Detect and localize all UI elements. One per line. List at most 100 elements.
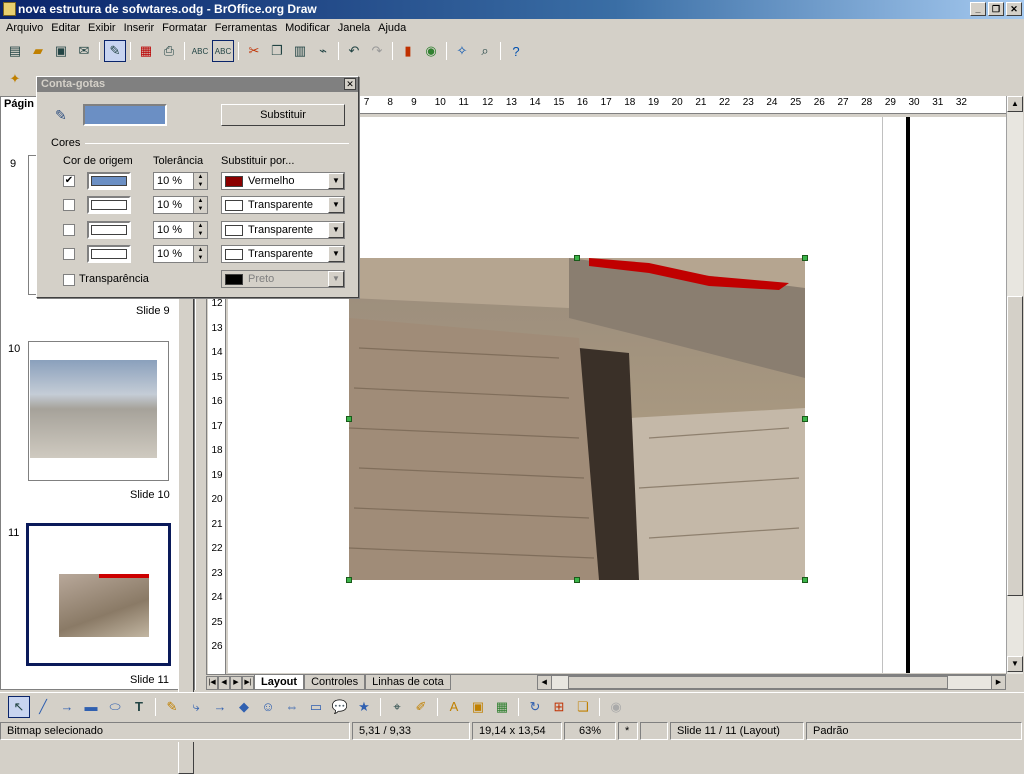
row-3-replace-select[interactable]: Transparente ▼ — [221, 221, 345, 239]
scroll-right-button[interactable]: ▶ — [991, 676, 1005, 689]
row-4-checkbox[interactable] — [63, 248, 75, 260]
menu-modificar[interactable]: Modificar — [281, 22, 334, 34]
cut-icon[interactable]: ✂ — [243, 40, 265, 62]
fontwork-icon[interactable]: ✦ — [4, 68, 26, 90]
menu-formatar[interactable]: Formatar — [158, 22, 211, 34]
resize-handle[interactable] — [802, 416, 808, 422]
undo-icon[interactable]: ↶ — [343, 40, 365, 62]
scroll-up-button[interactable]: ▲ — [1007, 96, 1023, 112]
resize-handle[interactable] — [802, 577, 808, 583]
connector-icon[interactable]: ⤷ — [185, 696, 207, 718]
paste-icon[interactable]: ▥ — [289, 40, 311, 62]
edit-file-icon[interactable]: ✎ — [104, 40, 126, 62]
h-scroll-thumb[interactable] — [567, 676, 948, 689]
row-2-replace-select[interactable]: Transparente ▼ — [221, 196, 345, 214]
row-4-source-swatch[interactable] — [87, 245, 131, 263]
gallery-draw-icon[interactable]: ▦ — [491, 696, 513, 718]
maximize-button[interactable]: ❐ — [988, 2, 1004, 16]
row-1-checkbox[interactable]: ✔ — [63, 175, 75, 187]
prev-tab-button[interactable]: ◀ — [218, 675, 230, 690]
scroll-thumb[interactable] — [1007, 296, 1023, 596]
clone-format-icon[interactable]: ⌁ — [312, 40, 334, 62]
chart-icon[interactable]: ▮ — [397, 40, 419, 62]
resize-handle[interactable] — [346, 416, 352, 422]
tab-layout[interactable]: Layout — [254, 675, 305, 690]
row-3-tolerance[interactable]: 10 % ▲ ▼ — [153, 221, 208, 239]
glue-points-icon[interactable]: ✐ — [410, 696, 432, 718]
copy-icon[interactable]: ❐ — [266, 40, 288, 62]
block-arrows-icon[interactable]: ⇔ — [281, 696, 303, 718]
alignment-icon[interactable]: ⊞ — [548, 696, 570, 718]
save-icon[interactable]: ▣ — [50, 40, 72, 62]
resize-handle[interactable] — [802, 255, 808, 261]
substituir-button[interactable]: Substituir — [221, 104, 345, 126]
from-file-icon[interactable]: ▣ — [467, 696, 489, 718]
gallery-icon[interactable]: ◉ — [420, 40, 442, 62]
points-icon[interactable]: ⌖ — [386, 696, 408, 718]
callouts-icon[interactable]: 💬 — [329, 696, 351, 718]
stars-icon[interactable]: ★ — [353, 696, 375, 718]
row-1-source-swatch[interactable] — [87, 172, 131, 190]
dialog-title[interactable]: Conta-gotas — [37, 77, 358, 92]
row-2-checkbox[interactable] — [63, 199, 75, 211]
tab-controles[interactable]: Controles — [304, 675, 366, 690]
transparency-checkbox[interactable] — [63, 274, 75, 286]
rectangle-icon[interactable]: ▬ — [80, 696, 102, 718]
rotate-icon[interactable]: ↻ — [524, 696, 546, 718]
scroll-left-button[interactable]: ◀ — [537, 676, 552, 689]
print-icon[interactable]: ⎙ — [158, 40, 180, 62]
row-2-source-swatch[interactable] — [87, 196, 131, 214]
resize-handle[interactable] — [574, 255, 580, 261]
resize-handle[interactable] — [346, 577, 352, 583]
first-tab-button[interactable]: |◀ — [206, 675, 218, 690]
row-4-replace-select[interactable]: Transparente ▼ — [221, 245, 345, 263]
selected-bitmap[interactable] — [349, 258, 805, 580]
scroll-down-button[interactable]: ▼ — [1007, 656, 1023, 672]
menu-editar[interactable]: Editar — [47, 22, 84, 34]
slide-thumbnail-11[interactable] — [26, 523, 171, 666]
row-1-replace-select[interactable]: Vermelho ▼ — [221, 172, 345, 190]
close-button[interactable]: ✕ — [1006, 2, 1022, 16]
row-3-checkbox[interactable] — [63, 224, 75, 236]
autospell-icon[interactable]: ABC — [212, 40, 234, 62]
select-icon[interactable]: ↖ — [8, 695, 30, 718]
next-tab-button[interactable]: ▶ — [230, 675, 242, 690]
arrange-icon[interactable]: ❏ — [572, 696, 594, 718]
arrow-line-icon[interactable]: → — [56, 696, 78, 718]
vertical-scrollbar[interactable]: ▲ ▼ — [1006, 96, 1023, 674]
fontwork-gallery-icon[interactable]: A — [443, 696, 465, 718]
dialog-close-button[interactable]: ✕ — [344, 78, 356, 90]
export-pdf-icon[interactable]: ▦ — [135, 40, 157, 62]
horizontal-scrollbar[interactable]: ◀ ▶ — [536, 675, 1006, 690]
menu-arquivo[interactable]: Arquivo — [2, 22, 47, 34]
spellcheck-icon[interactable]: ABC — [189, 40, 211, 62]
tab-linhas-de-cota[interactable]: Linhas de cota — [365, 675, 451, 690]
zoom-icon[interactable]: ⌕ — [474, 40, 496, 62]
help-icon[interactable]: ? — [505, 40, 527, 62]
menu-janela[interactable]: Janela — [334, 22, 374, 34]
menu-ajuda[interactable]: Ajuda — [374, 22, 410, 34]
ellipse-icon[interactable]: ⬭ — [104, 696, 126, 718]
open-icon[interactable]: ▰ — [27, 40, 49, 62]
redo-icon[interactable]: ↷ — [366, 40, 388, 62]
email-icon[interactable]: ✉ — [73, 40, 95, 62]
menu-ferramentas[interactable]: Ferramentas — [211, 22, 281, 34]
curve-icon[interactable]: ✎ — [161, 696, 183, 718]
menu-inserir[interactable]: Inserir — [120, 22, 159, 34]
row-2-tolerance[interactable]: 10 % ▲ ▼ — [153, 196, 208, 214]
flowchart-icon[interactable]: ▭ — [305, 696, 327, 718]
line-icon[interactable]: ╱ — [32, 696, 54, 718]
text-icon[interactable]: T — [128, 696, 150, 718]
row-4-tolerance[interactable]: 10 % ▲ ▼ — [153, 245, 208, 263]
lines-arrows-icon[interactable]: → — [209, 696, 231, 718]
new-document-icon[interactable]: ▤ — [4, 40, 26, 62]
eyedropper-icon[interactable]: ✎ — [55, 107, 67, 124]
menu-exibir[interactable]: Exibir — [84, 22, 120, 34]
last-tab-button[interactable]: ▶| — [242, 675, 254, 690]
row-3-source-swatch[interactable] — [87, 221, 131, 239]
row-1-tolerance[interactable]: 10 % ▲ ▼ — [153, 172, 208, 190]
minimize-button[interactable]: _ — [970, 2, 986, 16]
symbol-shapes-icon[interactable]: ☺ — [257, 696, 279, 718]
resize-handle[interactable] — [574, 577, 580, 583]
slide-thumbnail-10[interactable] — [28, 341, 169, 481]
